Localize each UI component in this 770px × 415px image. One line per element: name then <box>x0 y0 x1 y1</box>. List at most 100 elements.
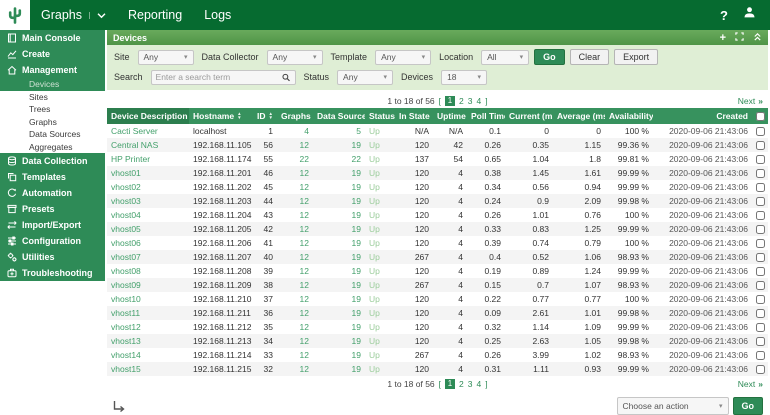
row-checkbox[interactable] <box>756 141 765 150</box>
sidebar-item-aggregates[interactable]: Aggregates <box>0 141 105 154</box>
data-sources-count-link[interactable]: 19 <box>313 138 365 152</box>
device-description-link[interactable]: vhost08 <box>107 264 189 278</box>
device-description-link[interactable]: vhost04 <box>107 208 189 222</box>
sidebar-item-data-collection[interactable]: Data Collection <box>0 153 105 169</box>
column-header-current-ms[interactable]: Current (ms)▲▼ <box>505 108 553 124</box>
graphs-count-link[interactable]: 12 <box>277 306 313 320</box>
row-checkbox[interactable] <box>756 295 765 304</box>
column-header-availability[interactable]: Availability▲▼ <box>605 108 653 124</box>
sidebar-item-main-console[interactable]: Main Console <box>0 30 105 46</box>
graphs-count-link[interactable]: 12 <box>277 334 313 348</box>
data-sources-count-link[interactable]: 5 <box>313 124 365 138</box>
row-checkbox[interactable] <box>756 351 765 360</box>
action-go-button[interactable]: Go <box>733 397 764 415</box>
device-description-link[interactable]: vhost03 <box>107 194 189 208</box>
device-description-link[interactable]: vhost12 <box>107 320 189 334</box>
sidebar-item-devices[interactable]: Devices <box>0 78 105 91</box>
sidebar-item-graphs[interactable]: Graphs <box>0 116 105 129</box>
data-sources-count-link[interactable]: 19 <box>313 306 365 320</box>
graphs-count-link[interactable]: 12 <box>277 250 313 264</box>
graphs-count-link[interactable]: 12 <box>277 222 313 236</box>
table-row[interactable]: vhost10 192.168.11.210 37 12 19 Up 120 4… <box>107 292 768 306</box>
row-checkbox[interactable] <box>756 267 765 276</box>
table-row[interactable]: vhost13 192.168.11.213 34 12 19 Up 120 4… <box>107 334 768 348</box>
data-sources-count-link[interactable]: 19 <box>313 250 365 264</box>
graphs-count-link[interactable]: 12 <box>277 180 313 194</box>
data-sources-count-link[interactable]: 19 <box>313 194 365 208</box>
page-2-button[interactable]: 2 <box>459 96 464 106</box>
table-row[interactable]: vhost05 192.168.11.205 42 12 19 Up 120 4… <box>107 222 768 236</box>
page-4-button[interactable]: 4 <box>477 96 482 106</box>
row-checkbox[interactable] <box>756 281 765 290</box>
graphs-count-link[interactable]: 12 <box>277 236 313 250</box>
column-header-device-description[interactable]: Device Description▲ <box>107 108 189 124</box>
device-description-link[interactable]: Central NAS <box>107 138 189 152</box>
status-select[interactable]: Any▾ <box>337 70 393 85</box>
table-row[interactable]: vhost02 192.168.11.202 45 12 19 Up 120 4… <box>107 180 768 194</box>
next-page-link[interactable]: Next » <box>738 93 763 108</box>
tab-graphs[interactable]: Graphs <box>30 0 117 30</box>
device-description-link[interactable]: vhost06 <box>107 236 189 250</box>
graphs-count-link[interactable]: 22 <box>277 152 313 166</box>
table-row[interactable]: HP Printer 192.168.11.174 55 22 22 Up 13… <box>107 152 768 166</box>
export-button[interactable]: Export <box>614 49 658 65</box>
data-collector-select[interactable]: Any▾ <box>267 50 323 65</box>
row-checkbox[interactable] <box>756 253 765 262</box>
data-sources-count-link[interactable]: 19 <box>313 166 365 180</box>
table-row[interactable]: vhost14 192.168.11.214 33 12 19 Up 267 4… <box>107 348 768 362</box>
graphs-count-link[interactable]: 12 <box>277 278 313 292</box>
row-checkbox[interactable] <box>756 183 765 192</box>
device-description-link[interactable]: vhost07 <box>107 250 189 264</box>
table-row[interactable]: vhost11 192.168.11.211 36 12 19 Up 120 4… <box>107 306 768 320</box>
help-icon[interactable]: ? <box>720 8 728 23</box>
device-description-link[interactable]: vhost05 <box>107 222 189 236</box>
table-row[interactable]: vhost03 192.168.11.203 44 12 19 Up 120 4… <box>107 194 768 208</box>
sidebar-item-templates[interactable]: Templates <box>0 169 105 185</box>
cacti-logo[interactable] <box>0 0 30 30</box>
sidebar-item-sites[interactable]: Sites <box>0 91 105 104</box>
row-checkbox[interactable] <box>756 225 765 234</box>
data-sources-count-link[interactable]: 19 <box>313 320 365 334</box>
graphs-count-link[interactable]: 12 <box>277 264 313 278</box>
data-sources-count-link[interactable]: 22 <box>313 152 365 166</box>
page-3-button[interactable]: 3 <box>468 379 473 389</box>
add-device-icon[interactable]: + <box>720 33 726 43</box>
graphs-count-link[interactable]: 12 <box>277 348 313 362</box>
column-header-data-sources[interactable]: Data Sources▲▼ <box>313 108 365 124</box>
chevron-down-icon[interactable] <box>89 12 106 19</box>
sidebar-item-create[interactable]: Create <box>0 46 105 62</box>
graphs-count-link[interactable]: 12 <box>277 194 313 208</box>
graphs-count-link[interactable]: 12 <box>277 292 313 306</box>
tab-logs[interactable]: Logs <box>193 0 242 30</box>
graphs-count-link[interactable]: 12 <box>277 138 313 152</box>
action-select[interactable]: Choose an action▾ <box>617 397 729 415</box>
table-row[interactable]: vhost12 192.168.11.212 35 12 19 Up 120 4… <box>107 320 768 334</box>
sidebar-item-trees[interactable]: Trees <box>0 103 105 116</box>
page-3-button[interactable]: 3 <box>468 96 473 106</box>
data-sources-count-link[interactable]: 19 <box>313 180 365 194</box>
table-row[interactable]: vhost15 192.168.11.215 32 12 19 Up 120 4… <box>107 362 768 376</box>
table-row[interactable]: Central NAS 192.168.11.105 56 12 19 Up 1… <box>107 138 768 152</box>
column-header-average-ms[interactable]: Average (ms)▲▼ <box>553 108 605 124</box>
row-checkbox[interactable] <box>756 337 765 346</box>
user-icon[interactable] <box>743 6 756 24</box>
table-row[interactable]: vhost06 192.168.11.206 41 12 19 Up 120 4… <box>107 236 768 250</box>
graphs-count-link[interactable]: 12 <box>277 362 313 376</box>
sidebar-item-utilities[interactable]: Utilities <box>0 249 105 265</box>
device-description-link[interactable]: vhost15 <box>107 362 189 376</box>
graphs-count-link[interactable]: 12 <box>277 208 313 222</box>
table-row[interactable]: vhost08 192.168.11.208 39 12 19 Up 120 4… <box>107 264 768 278</box>
device-description-link[interactable]: vhost02 <box>107 180 189 194</box>
page-2-button[interactable]: 2 <box>459 379 464 389</box>
graphs-count-link[interactable]: 4 <box>277 124 313 138</box>
row-checkbox[interactable] <box>756 169 765 178</box>
page-1-button[interactable]: 1 <box>445 379 455 389</box>
data-sources-count-link[interactable]: 19 <box>313 362 365 376</box>
data-sources-count-link[interactable]: 19 <box>313 292 365 306</box>
row-checkbox[interactable] <box>756 155 765 164</box>
location-select[interactable]: All▾ <box>481 50 529 65</box>
sidebar-item-management[interactable]: Management <box>0 62 105 78</box>
tab-reporting[interactable]: Reporting <box>117 0 193 30</box>
device-description-link[interactable]: vhost09 <box>107 278 189 292</box>
column-header-uptime[interactable]: Uptime▲▼ <box>433 108 467 124</box>
